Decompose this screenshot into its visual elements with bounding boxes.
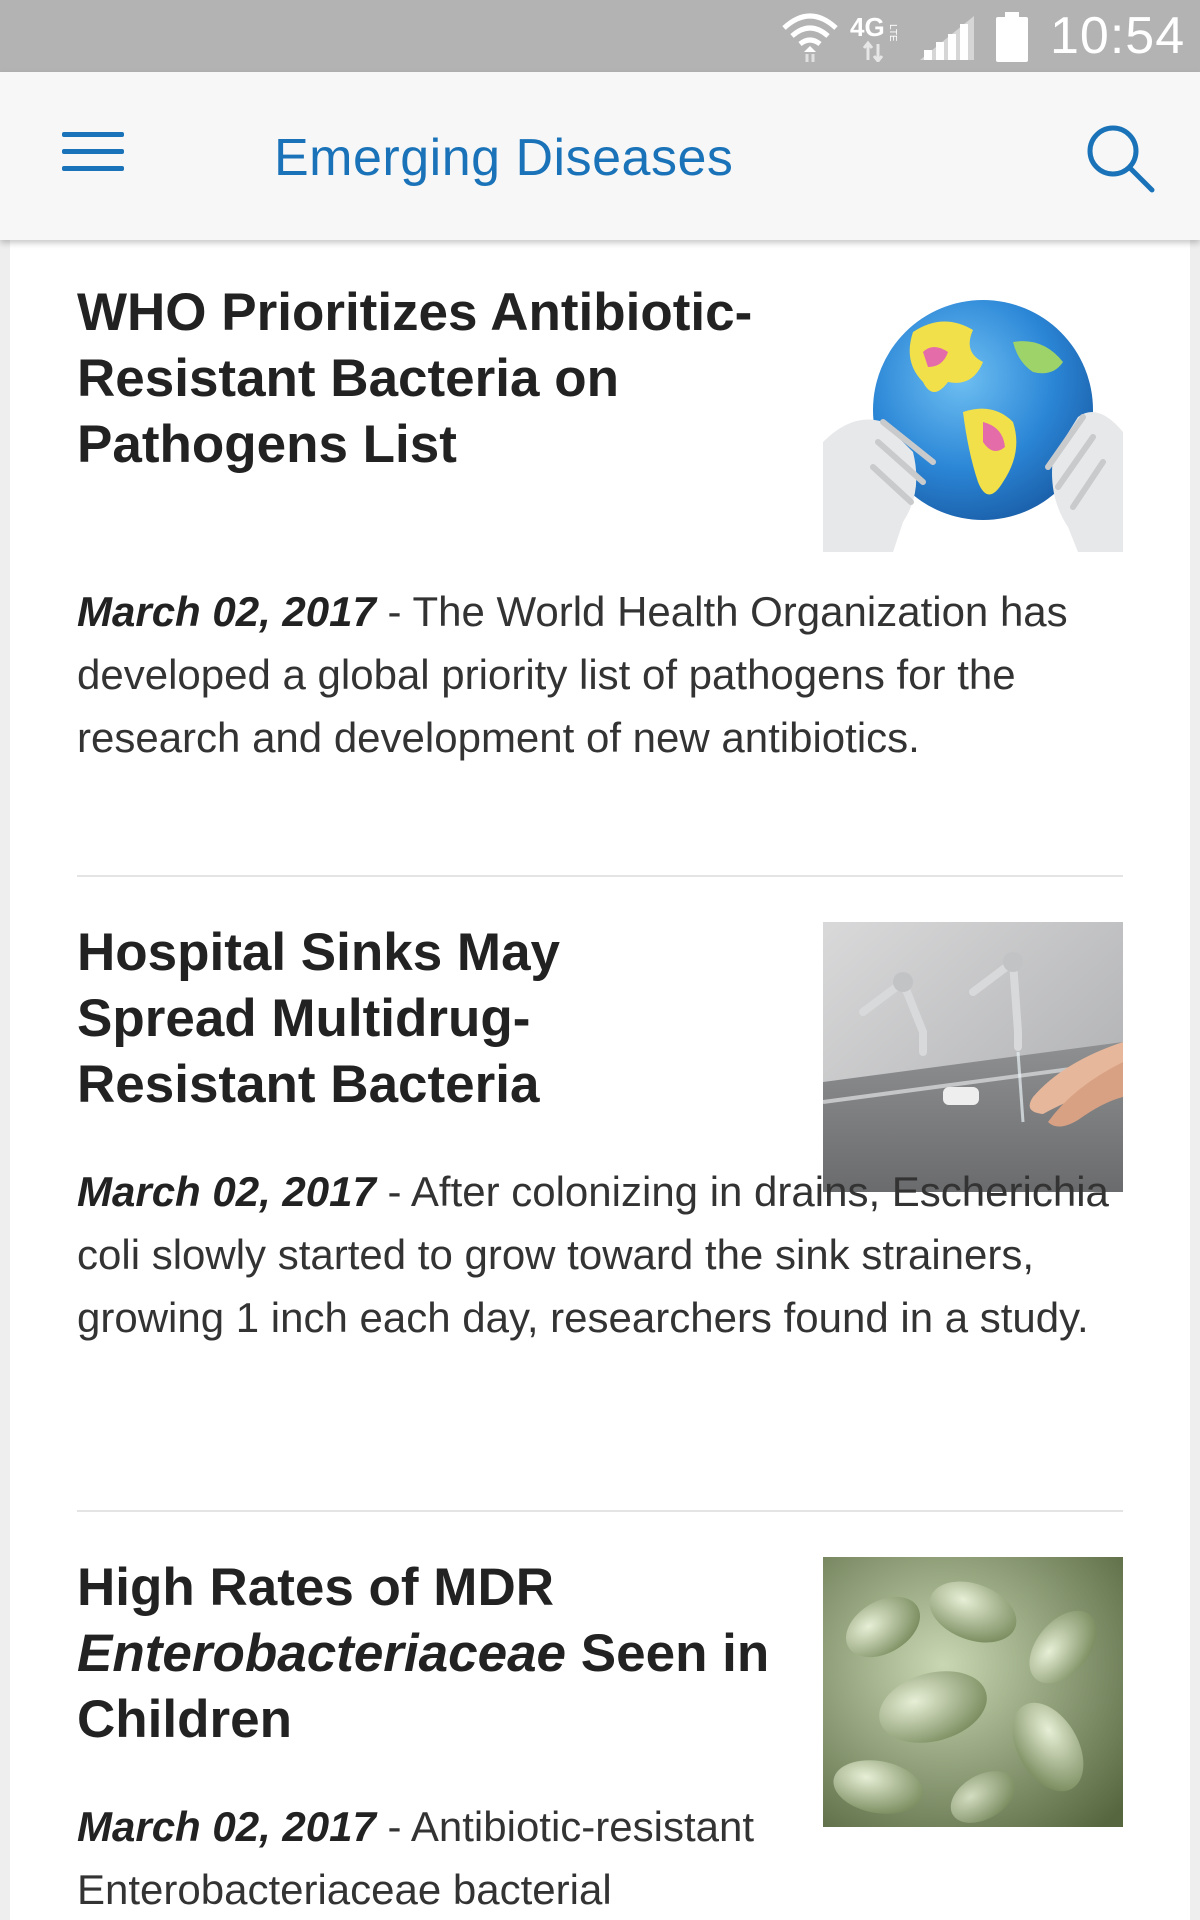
lte-icon: 4G LTE — [850, 12, 898, 62]
search-icon[interactable] — [1080, 118, 1160, 198]
article-headline-part: High Rates of MDR — [77, 1558, 554, 1617]
page-title: Emerging Diseases — [274, 129, 734, 187]
article-summary: March 02, 2017 - After colonizing in dra… — [77, 1160, 1123, 1349]
hamburger-menu-icon[interactable] — [50, 116, 136, 196]
app-bar: Emerging Diseases — [0, 72, 1200, 240]
article-summary: March 02, 2017 - Antibiotic-resistant En… — [77, 1795, 1123, 1920]
divider — [77, 1510, 1123, 1512]
article-item[interactable]: Hospital Sinks May Spread Multidrug-Resi… — [77, 920, 1123, 1460]
article-list: WHO Prioritizes Antibiotic-Resistant Bac… — [10, 240, 1190, 1920]
status-time: 10:54 — [1050, 7, 1186, 65]
svg-text:LTE: LTE — [887, 24, 898, 42]
wifi-icon — [782, 13, 838, 62]
article-date: March 02, 2017 — [77, 1803, 376, 1850]
divider — [77, 875, 1123, 877]
battery-icon — [996, 12, 1028, 62]
article-item[interactable]: WHO Prioritizes Antibiotic-Resistant Bac… — [77, 280, 1123, 840]
article-headline[interactable]: Hospital Sinks May Spread Multidrug-Resi… — [77, 920, 677, 1118]
article-headline[interactable]: WHO Prioritizes Antibiotic-Resistant Bac… — [77, 280, 797, 478]
article-headline[interactable]: High Rates of MDR Enterobacteriaceae See… — [77, 1555, 797, 1753]
status-bar: 4G LTE 10:54 — [0, 0, 1200, 72]
article-thumbnail[interactable] — [823, 922, 1123, 1192]
article-item[interactable]: High Rates of MDR Enterobacteriaceae See… — [77, 1555, 1123, 1920]
article-thumbnail[interactable] — [823, 292, 1123, 552]
article-date: March 02, 2017 — [77, 1168, 376, 1215]
article-headline-italic: Enterobacteriaceae — [77, 1624, 567, 1683]
svg-text:4G: 4G — [850, 12, 885, 42]
signal-icon — [920, 16, 974, 60]
article-thumbnail[interactable] — [823, 1557, 1123, 1827]
article-date: March 02, 2017 — [77, 588, 376, 635]
article-summary: March 02, 2017 - The World Health Organi… — [77, 580, 1123, 769]
